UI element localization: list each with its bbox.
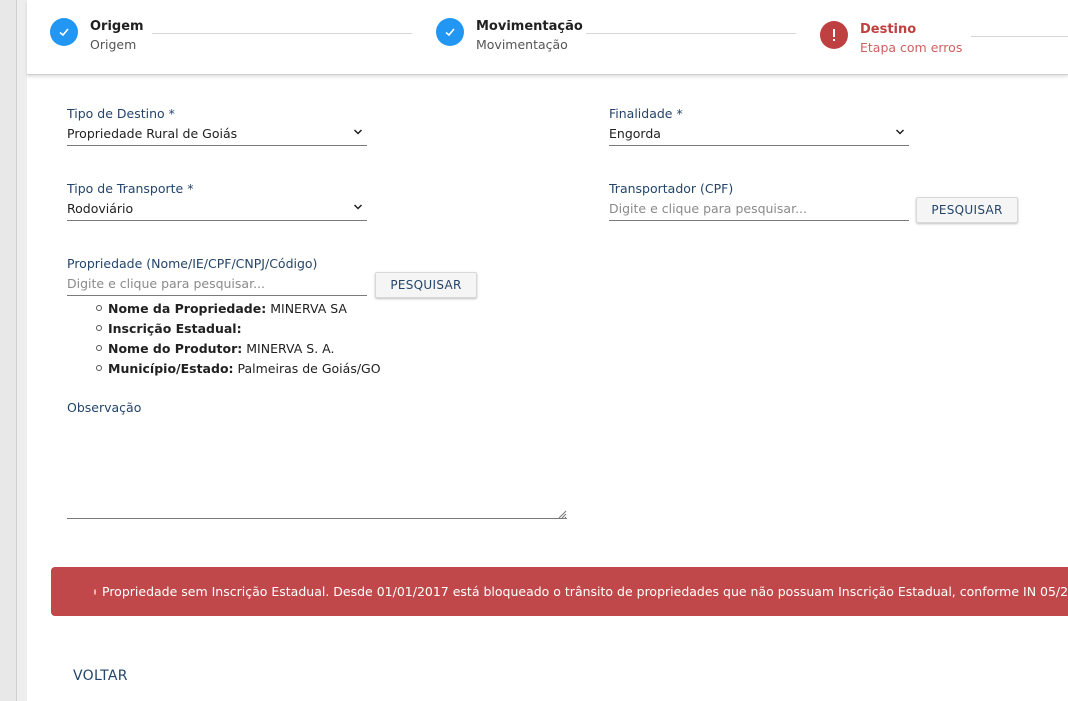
tipo-transporte-value: Rodoviário xyxy=(67,201,134,216)
finalidade-select[interactable]: Engorda xyxy=(609,124,909,146)
step-subtitle: Etapa com erros xyxy=(860,40,963,55)
step-subtitle: Origem xyxy=(90,37,137,52)
error-message: Propriedade sem Inscrição Estadual. Desd… xyxy=(102,584,1068,599)
info-label: Inscrição Estadual: xyxy=(108,321,242,336)
step-title: Movimentação xyxy=(476,19,583,34)
stepper: Origem Origem Movimentação Movimentação … xyxy=(27,0,1068,75)
step-title: Destino xyxy=(860,22,917,37)
step-subtitle: Movimentação xyxy=(476,37,568,52)
tipo-transporte-select[interactable]: Rodoviário xyxy=(67,199,367,221)
propriedade-input[interactable]: Digite e clique para pesquisar... xyxy=(67,274,367,296)
error-banner: Propriedade sem Inscrição Estadual. Desd… xyxy=(51,567,1068,616)
info-label: Nome do Produtor: xyxy=(108,341,243,356)
observacao-textarea[interactable] xyxy=(67,417,567,519)
info-value: MINERVA SA xyxy=(270,301,347,316)
check-icon xyxy=(436,18,464,46)
property-info-list: Nome da Propriedade: MINERVA SA Inscriçã… xyxy=(96,299,381,379)
info-label: Município/Estado: xyxy=(108,361,234,376)
finalidade-label: Finalidade * xyxy=(609,106,683,121)
propriedade-field: Propriedade (Nome/IE/CPF/CNPJ/Código) Di… xyxy=(67,256,367,296)
bullet-icon xyxy=(96,345,102,351)
check-icon xyxy=(50,18,78,46)
list-item: Inscrição Estadual: xyxy=(96,319,381,339)
info-value: Palmeiras de Goiás/GO xyxy=(237,361,381,376)
back-button[interactable]: VOLTAR xyxy=(73,668,128,684)
list-item: Nome do Produtor: MINERVA S. A. xyxy=(96,339,381,359)
transportador-input[interactable]: Digite e clique para pesquisar... xyxy=(609,199,909,221)
chevron-down-icon xyxy=(353,129,363,135)
form-card: Origem Origem Movimentação Movimentação … xyxy=(27,0,1068,701)
bullet-icon xyxy=(94,588,96,595)
bullet-icon xyxy=(96,325,102,331)
tipo-transporte-label: Tipo de Transporte * xyxy=(67,181,194,196)
transportador-label: Transportador (CPF) xyxy=(609,181,734,196)
transportador-field: Transportador (CPF) Digite e clique para… xyxy=(609,181,909,221)
info-value: MINERVA S. A. xyxy=(246,341,335,356)
tipo-destino-label: Tipo de Destino * xyxy=(67,106,175,121)
left-gutter xyxy=(0,0,17,701)
finalidade-value: Engorda xyxy=(609,126,661,141)
info-label: Nome da Propriedade: xyxy=(108,301,267,316)
observacao-label: Observação xyxy=(67,400,142,415)
chevron-down-icon xyxy=(353,204,363,210)
transportador-search-button[interactable]: PESQUISAR xyxy=(916,197,1018,223)
step-connector xyxy=(152,33,412,34)
step-connector xyxy=(971,36,1068,37)
tipo-destino-select[interactable]: Propriedade Rural de Goiás xyxy=(67,124,367,146)
list-item: Município/Estado: Palmeiras de Goiás/GO xyxy=(96,359,381,379)
bullet-icon xyxy=(96,365,102,371)
list-item: Nome da Propriedade: MINERVA SA xyxy=(96,299,381,319)
chevron-down-icon xyxy=(895,129,905,135)
tipo-destino-field: Tipo de Destino * Propriedade Rural de G… xyxy=(67,106,367,146)
step-connector xyxy=(586,33,796,34)
finalidade-field: Finalidade * Engorda xyxy=(609,106,909,146)
tipo-destino-value: Propriedade Rural de Goiás xyxy=(67,126,238,141)
bullet-icon xyxy=(96,305,102,311)
tipo-transporte-field: Tipo de Transporte * Rodoviário xyxy=(67,181,367,221)
observacao-field: Observação xyxy=(67,400,567,519)
resize-grip-icon[interactable] xyxy=(557,509,567,519)
error-icon xyxy=(820,21,848,49)
step-title: Origem xyxy=(90,19,144,34)
propriedade-label: Propriedade (Nome/IE/CPF/CNPJ/Código) xyxy=(67,256,318,271)
propriedade-search-button[interactable]: PESQUISAR xyxy=(375,272,477,298)
